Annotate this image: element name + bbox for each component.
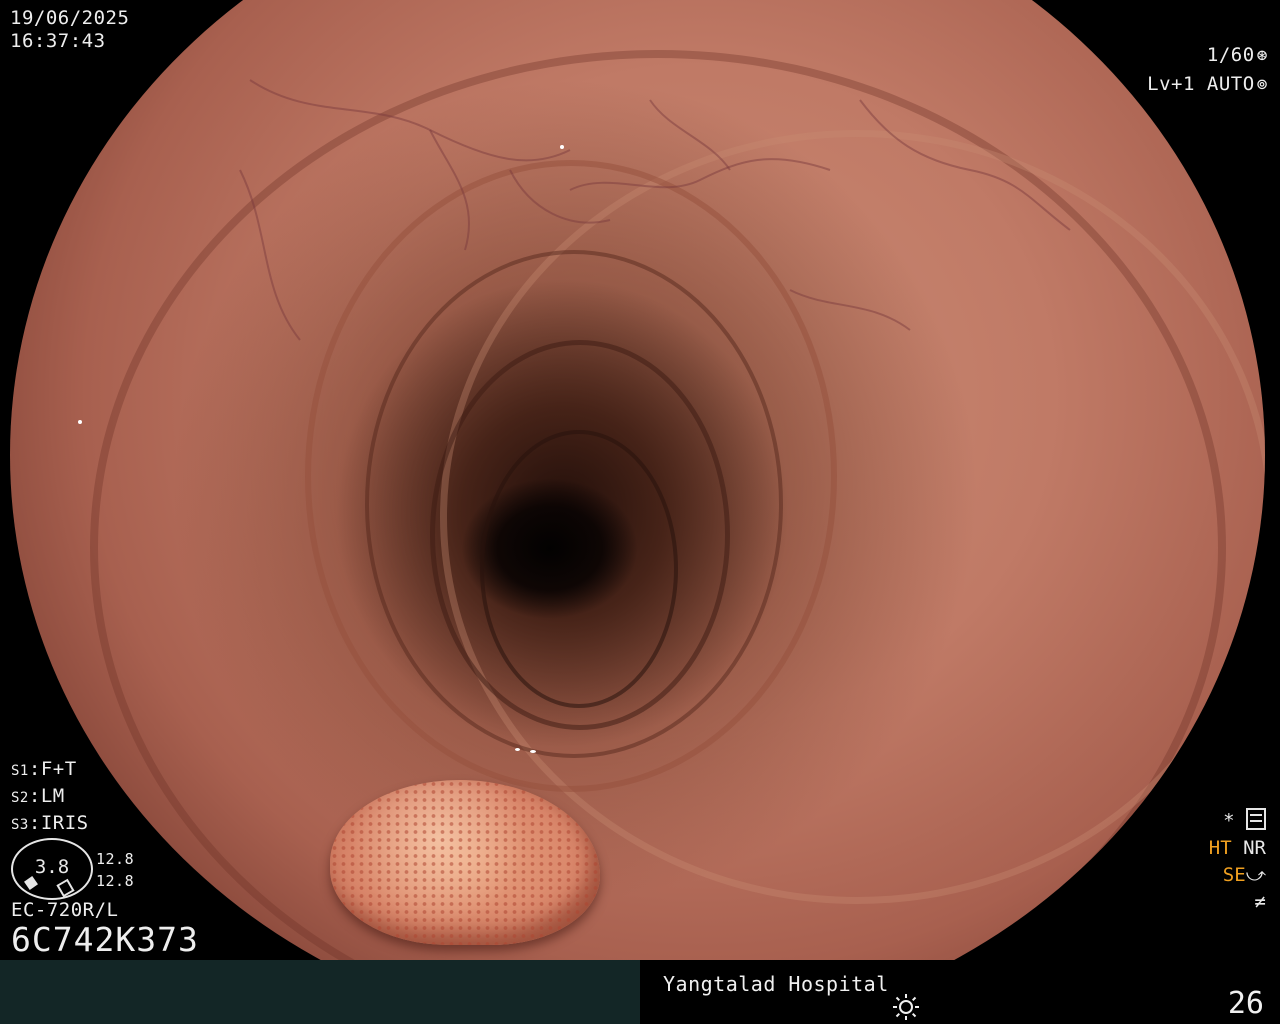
iris-gauge-value: 3.8 [34,856,70,878]
iris-mode-icon: ⊚ [1256,74,1268,95]
settings-list-icon [1246,808,1266,830]
exposure-info: 1/60 ⊛ Lv+1 AUTO ⊚ [1147,41,1268,99]
hospital-name: Yangtalad Hospital [663,972,889,996]
switch-value: IRIS [40,812,89,834]
bottom-bar: Yangtalad Hospital 26 [0,960,1280,1024]
shutter-icon: ⊛ [1256,45,1268,66]
mode-text: AUTO [1206,73,1255,95]
gauge-marker-icon [56,878,75,898]
scope-model: EC-720R/L [11,899,119,921]
bottom-left-panel [0,960,640,1024]
light-reflection [530,750,536,753]
iris-bottom-value: 12.8 [96,872,135,890]
switch-key: S1 [11,763,29,779]
date-text: 19/06/2025 [10,7,130,29]
light-reflection [78,420,82,424]
switch-key: S2 [11,790,29,806]
ht-indicator: HT [1208,837,1232,859]
se-indicator: SE [1222,864,1246,886]
star-marker: * [1223,810,1235,832]
time-text: 16:37:43 [10,30,106,52]
blood-vessels [239,79,1071,341]
iris-top-value: 12.8 [96,850,135,868]
iris-gauge: 3.8 [11,838,93,900]
switch-value: F+T [40,758,77,780]
switch-key: S3 [11,817,29,833]
scope-serial: 6C742K373 [11,920,199,959]
light-reflection [515,748,520,751]
processing-status: * HT NR SE⤻ ≠ [1209,808,1266,916]
iris-side-values: 12.8 12.8 [96,848,134,892]
nr-indicator: NR [1243,837,1266,859]
shutter-speed: 1/60 [1206,44,1255,66]
switch-value: LM [40,785,65,807]
not-equal-icon: ≠ [1254,891,1266,913]
colon-lumen-image [10,0,1265,960]
enhancement-icon: ⤻ [1245,864,1266,886]
endoscope-view: 19/06/2025 16:37:43 1/60 ⊛ Lv+1 AUTO ⊚ S1:… [0,0,1280,960]
image-counter: 26 [1227,986,1264,1021]
date-time: 19/06/2025 16:37:43 [10,7,129,53]
level-text: Lv+1 [1147,73,1195,95]
light-reflection [560,145,564,149]
gauge-marker-icon [24,876,38,890]
sun-icon [893,994,919,1020]
switch-settings: S1:F+T S2:LM S3:IRIS [11,758,89,834]
